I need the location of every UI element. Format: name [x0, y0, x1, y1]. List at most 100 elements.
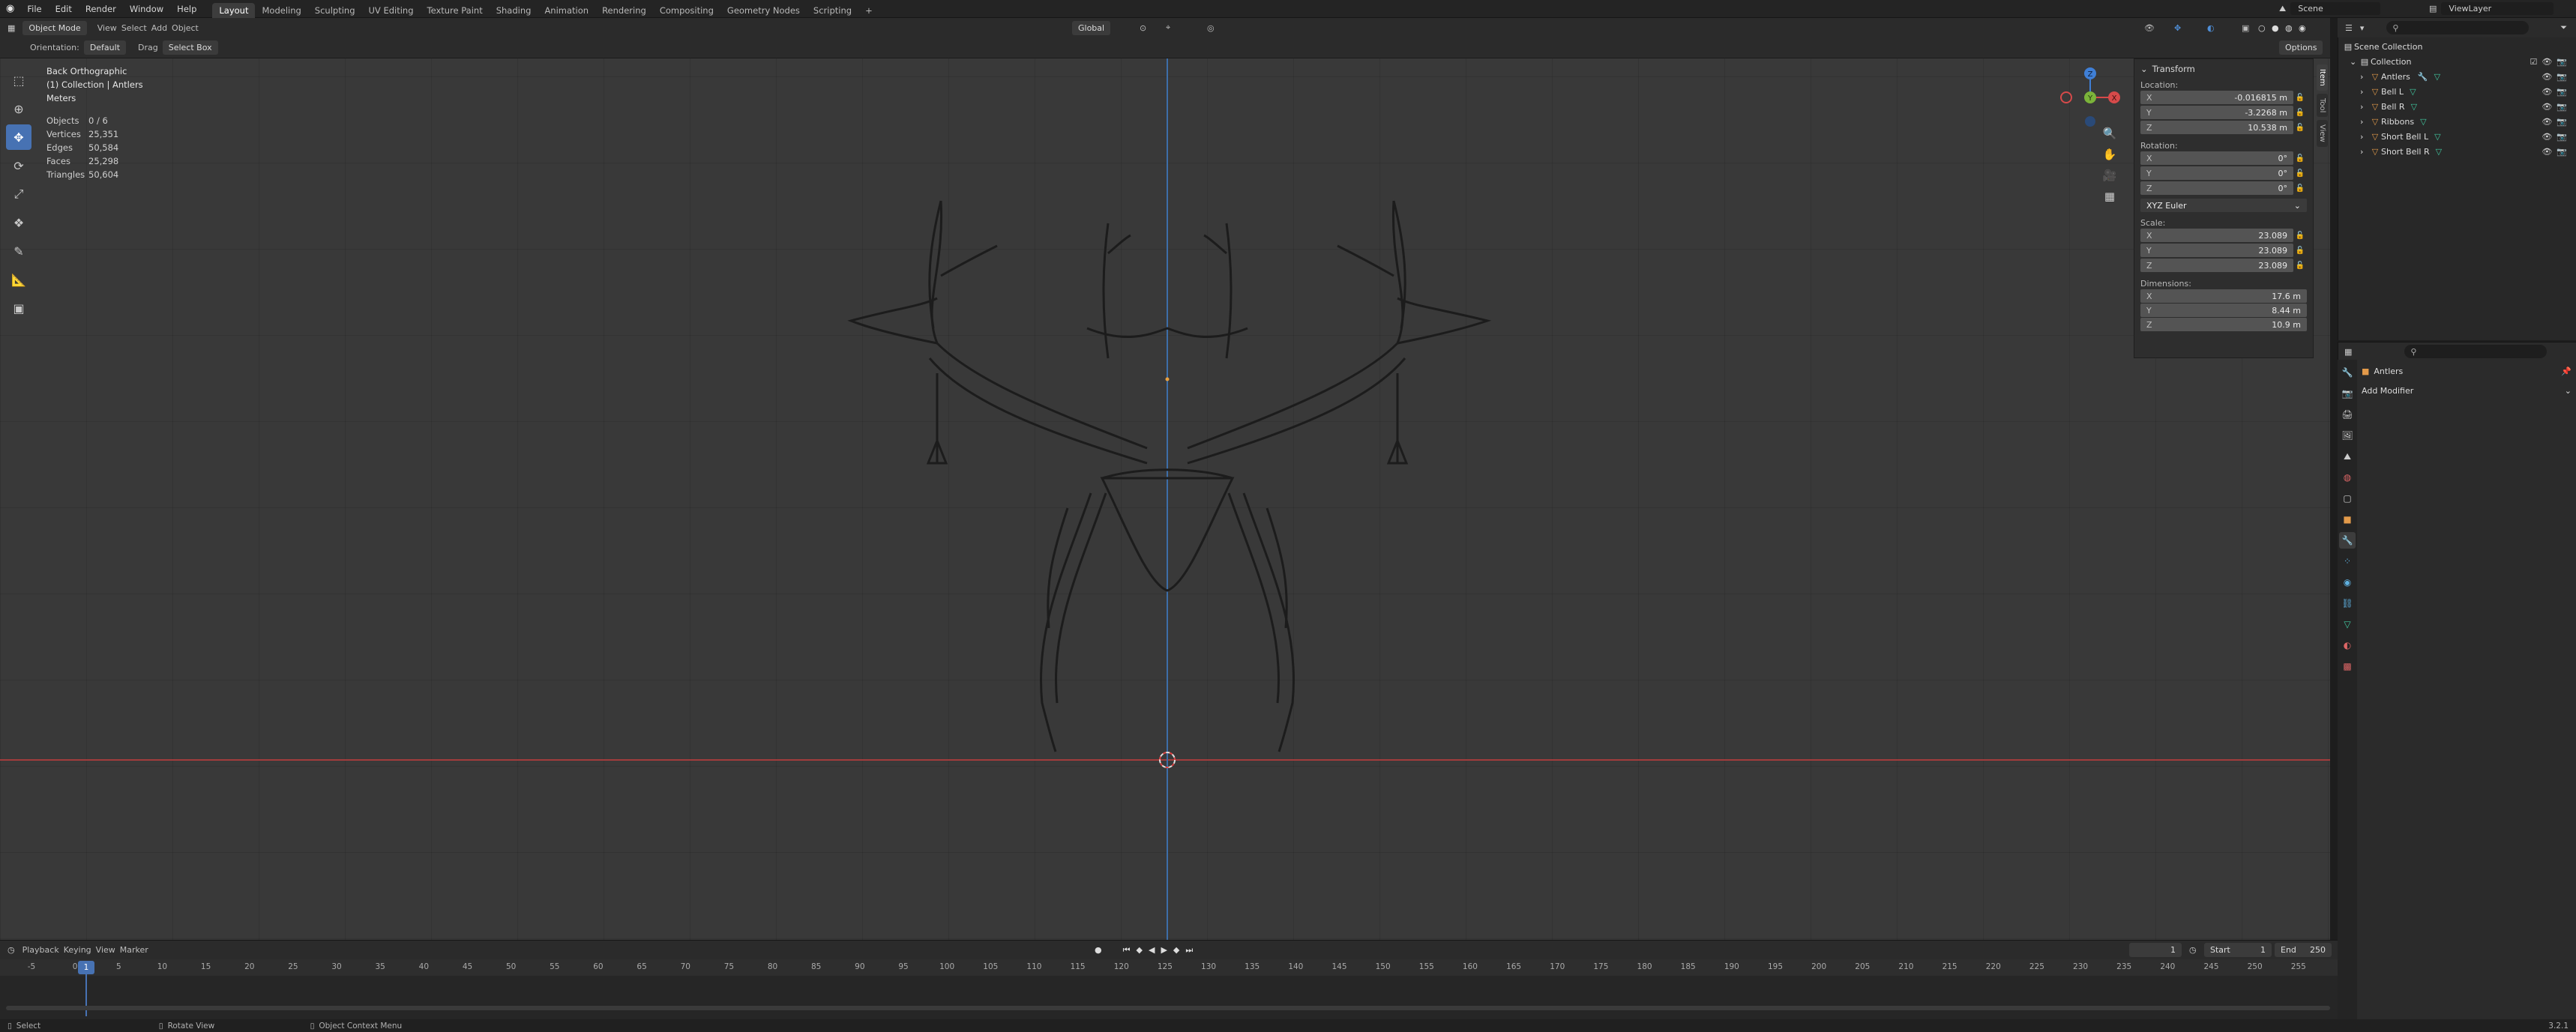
lock-icon[interactable]: 🔓: [2293, 94, 2307, 102]
tab-rendering[interactable]: Rendering: [595, 3, 653, 18]
select-box-tool-icon[interactable]: ⬚: [6, 67, 31, 93]
measure-tool-icon[interactable]: 📐: [6, 267, 31, 292]
rotation-x-field[interactable]: X 0°: [2140, 151, 2293, 165]
data-tab-icon[interactable]: ▽: [2339, 616, 2356, 633]
texture-tab-icon[interactable]: ▩: [2339, 658, 2356, 675]
menu-help[interactable]: Help: [170, 4, 203, 14]
view-layer-tab-icon[interactable]: 🖼: [2339, 427, 2356, 444]
menu-playback[interactable]: Playback: [22, 945, 59, 955]
pivot-icon[interactable]: ⊙: [1140, 23, 1146, 33]
tab-tool[interactable]: Tool: [2317, 93, 2328, 118]
scale-y-field[interactable]: Y 23.089: [2140, 244, 2293, 257]
camera-icon[interactable]: 📷: [2557, 132, 2567, 142]
camera-view-icon[interactable]: 🎥: [2099, 165, 2120, 186]
tab-uv-editing[interactable]: UV Editing: [362, 3, 421, 18]
current-frame-field[interactable]: 1: [2129, 943, 2182, 957]
annotate-tool-icon[interactable]: ✎: [6, 238, 31, 264]
clock-icon[interactable]: ◷: [7, 945, 15, 955]
tool-tab-icon[interactable]: 🔧: [2339, 364, 2356, 381]
orientation-dropdown[interactable]: Default: [83, 40, 127, 55]
scale-tool-icon[interactable]: ⤢: [6, 181, 31, 207]
dimensions-y-field[interactable]: Y 8.44 m: [2140, 304, 2307, 317]
tab-compositing[interactable]: Compositing: [653, 3, 720, 18]
outliner-row-object[interactable]: › ▽ Antlers 🔧 ▽ 👁 📷: [2342, 69, 2573, 84]
particles-tab-icon[interactable]: ⁘: [2339, 553, 2356, 570]
shading-rendered-icon[interactable]: ◉: [2299, 23, 2306, 33]
transform-panel-header[interactable]: ⌄ Transform: [2140, 64, 2307, 74]
view-layer-selector[interactable]: ▤ ViewLayer: [2429, 2, 2554, 15]
properties-search-input[interactable]: ⚲: [2404, 345, 2548, 358]
shading-material-icon[interactable]: ◍: [2285, 23, 2293, 33]
play-icon[interactable]: ▶: [1161, 945, 1167, 955]
camera-icon[interactable]: 📷: [2557, 102, 2567, 112]
tab-scripting[interactable]: Scripting: [807, 3, 858, 18]
outliner-row-object[interactable]: › ▽ Short Bell R ▽ 👁 📷: [2342, 144, 2573, 159]
rotate-tool-icon[interactable]: ⟳: [6, 153, 31, 178]
location-x-field[interactable]: X -0.016815 m: [2140, 91, 2293, 104]
menu-select[interactable]: Select: [121, 23, 147, 33]
scale-x-field[interactable]: X 23.089: [2140, 229, 2293, 242]
expand-chevron-icon[interactable]: ›: [2360, 102, 2369, 112]
ortho-grid-icon[interactable]: ▦: [2099, 186, 2120, 207]
eye-icon[interactable]: 👁: [2542, 117, 2552, 127]
scene-name[interactable]: Scene: [2290, 2, 2381, 15]
expand-chevron-icon[interactable]: ›: [2360, 117, 2369, 127]
lock-icon[interactable]: 🔓: [2293, 232, 2307, 240]
3d-viewport[interactable]: [0, 58, 2330, 940]
jump-start-icon[interactable]: ⏮: [1123, 945, 1131, 956]
menu-edit[interactable]: Edit: [49, 4, 79, 14]
tab-texture-paint[interactable]: Texture Paint: [421, 3, 490, 18]
eye-icon[interactable]: 👁: [2542, 57, 2552, 67]
outliner-row-scene-collection[interactable]: ▤ Scene Collection: [2342, 39, 2573, 54]
scale-z-field[interactable]: Z 23.089: [2140, 259, 2293, 272]
pan-hand-icon[interactable]: ✋: [2099, 144, 2120, 165]
eye-icon[interactable]: 👁: [2542, 87, 2552, 97]
object-name[interactable]: Antlers: [2374, 366, 2403, 376]
start-frame-field[interactable]: Start 1: [2204, 943, 2272, 957]
dimensions-x-field[interactable]: X 17.6 m: [2140, 289, 2307, 303]
tab-view[interactable]: View: [2317, 120, 2328, 147]
lock-icon[interactable]: 🔓: [2293, 124, 2307, 132]
menu-keying[interactable]: Keying: [64, 945, 91, 955]
eye-icon[interactable]: 👁: [2542, 102, 2552, 112]
filter-icon[interactable]: ⏷: [2560, 22, 2567, 33]
eye-icon[interactable]: 👁: [2542, 72, 2552, 82]
jump-end-icon[interactable]: ⏭: [1185, 945, 1193, 956]
modifier-tab-icon[interactable]: 🔧: [2339, 532, 2356, 549]
drag-dropdown[interactable]: Select Box: [162, 40, 218, 55]
next-keyframe-icon[interactable]: ◆: [1173, 945, 1179, 955]
render-tab-icon[interactable]: 📷: [2339, 385, 2356, 402]
lock-icon[interactable]: 🔓: [2293, 262, 2307, 270]
editor-type-icon[interactable]: ▦: [7, 23, 15, 33]
eye-icon[interactable]: 👁: [2542, 132, 2552, 142]
zoom-icon[interactable]: 🔍: [2099, 123, 2120, 144]
expand-chevron-icon[interactable]: ⌄: [2350, 57, 2359, 67]
outliner-row-object[interactable]: › ▽ Ribbons ▽ 👁 📷: [2342, 114, 2573, 129]
blender-logo-icon[interactable]: ◉: [6, 3, 14, 14]
menu-render[interactable]: Render: [79, 4, 123, 14]
timeline-scrollbar[interactable]: [6, 1006, 2330, 1010]
add-cube-tool-icon[interactable]: ▣: [6, 295, 31, 321]
gizmo-neg-z-axis[interactable]: [2085, 116, 2095, 127]
outliner-row-object[interactable]: › ▽ Bell R ▽ 👁 📷: [2342, 99, 2573, 114]
antlers-mesh[interactable]: [847, 200, 1492, 752]
xray-icon[interactable]: ▣: [2242, 23, 2249, 33]
location-z-field[interactable]: Z 10.538 m: [2140, 121, 2293, 134]
play-reverse-icon[interactable]: ◀: [1149, 945, 1155, 955]
overlay-toggle-icon[interactable]: ◐: [2207, 23, 2215, 33]
gizmo-neg-x-axis[interactable]: [2060, 91, 2072, 103]
expand-chevron-icon[interactable]: ›: [2360, 147, 2369, 157]
eye-icon[interactable]: 👁: [2542, 147, 2552, 157]
preview-range-icon[interactable]: ◷: [2189, 945, 2197, 955]
physics-tab-icon[interactable]: ◉: [2339, 574, 2356, 591]
tab-item[interactable]: Item: [2317, 64, 2328, 91]
material-tab-icon[interactable]: ◐: [2339, 637, 2356, 654]
properties-editor-icon[interactable]: ▦: [2344, 347, 2352, 357]
outliner-row-object[interactable]: › ▽ Short Bell L ▽ 👁 📷: [2342, 129, 2573, 144]
object-mode-dropdown[interactable]: Object Mode: [22, 20, 87, 35]
visibility-icon[interactable]: 👁: [2144, 23, 2155, 33]
menu-add[interactable]: Add: [151, 23, 167, 33]
options-dropdown[interactable]: Options: [2279, 40, 2323, 55]
add-workspace-button[interactable]: +: [858, 3, 879, 18]
snap-icon[interactable]: ⌖: [1166, 22, 1170, 33]
